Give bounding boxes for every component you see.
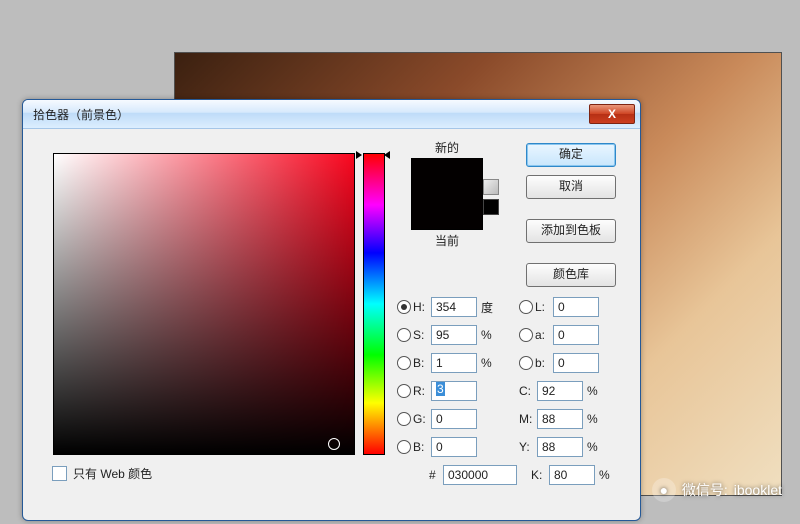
- input-y[interactable]: [537, 437, 583, 457]
- radio-lab-b[interactable]: [519, 356, 533, 370]
- unit-hsb-b: %: [481, 356, 499, 370]
- radio-h[interactable]: [397, 300, 411, 314]
- color-picker-dialog: 拾色器（前景色） X 新的 当前 确定 取消 添加到色板: [22, 99, 641, 521]
- new-current-swatch: [411, 158, 483, 230]
- radio-g[interactable]: [397, 412, 411, 426]
- input-s[interactable]: [431, 325, 477, 345]
- value-grid: H: 度 L: S: % a:: [397, 293, 622, 489]
- label-l: L:: [535, 300, 553, 314]
- close-button[interactable]: X: [589, 104, 635, 124]
- label-g: G:: [413, 412, 431, 426]
- color-libraries-button[interactable]: 颜色库: [526, 263, 616, 287]
- gamut-swatch[interactable]: [483, 199, 499, 215]
- web-only-checkbox[interactable]: [52, 466, 67, 481]
- radio-s[interactable]: [397, 328, 411, 342]
- watermark: ● 微信号: ibooklet: [652, 478, 782, 502]
- label-a: a:: [535, 328, 553, 342]
- input-h[interactable]: [431, 297, 477, 317]
- wechat-icon: ●: [652, 478, 676, 502]
- label-s: S:: [413, 328, 431, 342]
- hue-slider[interactable]: [363, 153, 385, 455]
- radio-hsb-b[interactable]: [397, 356, 411, 370]
- radio-r[interactable]: [397, 384, 411, 398]
- label-h: H:: [413, 300, 431, 314]
- label-rgb-b: B:: [413, 440, 431, 454]
- gamut-warning-icon[interactable]: [483, 179, 499, 195]
- web-only-label: 只有 Web 颜色: [73, 465, 152, 482]
- titlebar[interactable]: 拾色器（前景色） X: [23, 100, 640, 129]
- color-field[interactable]: [53, 153, 355, 455]
- input-r[interactable]: 3: [431, 381, 477, 401]
- input-hex[interactable]: [443, 465, 517, 485]
- label-y: Y:: [519, 440, 537, 454]
- close-icon: X: [608, 107, 616, 121]
- input-k[interactable]: [549, 465, 595, 485]
- input-l[interactable]: [553, 297, 599, 317]
- unit-s: %: [481, 328, 499, 342]
- input-m[interactable]: [537, 409, 583, 429]
- current-color-label: 当前: [397, 232, 497, 249]
- hex-prefix: #: [429, 468, 443, 482]
- watermark-value: ibooklet: [734, 482, 782, 498]
- input-c[interactable]: [537, 381, 583, 401]
- input-g[interactable]: [431, 409, 477, 429]
- label-hsb-b: B:: [413, 356, 431, 370]
- watermark-label: 微信号:: [682, 480, 728, 500]
- label-k: K:: [531, 468, 549, 482]
- input-a[interactable]: [553, 325, 599, 345]
- cancel-button[interactable]: 取消: [526, 175, 616, 199]
- unit-h: 度: [481, 299, 499, 316]
- radio-a[interactable]: [519, 328, 533, 342]
- input-hsb-b[interactable]: [431, 353, 477, 373]
- new-color-label: 新的: [397, 139, 497, 156]
- label-c: C:: [519, 384, 537, 398]
- input-lab-b[interactable]: [553, 353, 599, 373]
- dialog-title: 拾色器（前景色）: [33, 106, 129, 123]
- color-field-marker: [328, 438, 340, 450]
- radio-l[interactable]: [519, 300, 533, 314]
- input-rgb-b[interactable]: [431, 437, 477, 457]
- label-lab-b: b:: [535, 356, 553, 370]
- ok-button[interactable]: 确定: [526, 143, 616, 167]
- add-to-swatches-button[interactable]: 添加到色板: [526, 219, 616, 243]
- radio-rgb-b[interactable]: [397, 440, 411, 454]
- label-r: R:: [413, 384, 431, 398]
- label-m: M:: [519, 412, 537, 426]
